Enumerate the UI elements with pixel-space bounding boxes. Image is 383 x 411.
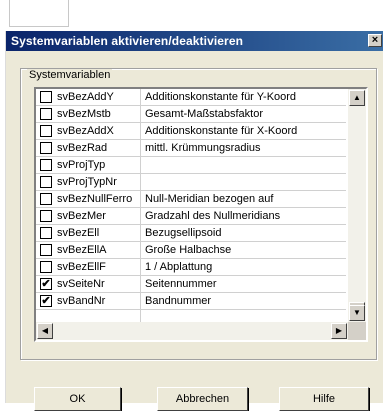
arrow-left-icon: ◀ xyxy=(41,326,49,335)
list-row[interactable]: svBezMer Gradzahl des Nullmeridians xyxy=(36,208,346,225)
scroll-right-button[interactable]: ▶ xyxy=(331,323,347,339)
scroll-up-button[interactable]: ▲ xyxy=(349,90,365,106)
variable-name: svBandNr xyxy=(57,295,106,307)
variable-name: svBezEll xyxy=(57,227,100,239)
variable-description: Gradzahl des Nullmeridians xyxy=(145,210,281,222)
list-row[interactable]: svProjTyp xyxy=(36,157,346,174)
top-white-box xyxy=(9,0,69,27)
vertical-scrollbar[interactable]: ▲ ▼ xyxy=(348,89,366,322)
variable-name: svBezAddY xyxy=(57,91,114,103)
scroll-down-button[interactable]: ▼ xyxy=(349,305,365,321)
list-row[interactable]: ✔ svSeiteNr Seitennummer xyxy=(36,276,346,293)
row-checkbox[interactable] xyxy=(40,210,52,222)
close-button[interactable]: × xyxy=(368,34,382,47)
variable-name: svBezEllA xyxy=(57,244,107,256)
list-row[interactable]: svBezAddY Additionskonstante für Y-Koord xyxy=(36,89,346,106)
scroll-left-button[interactable]: ◀ xyxy=(37,323,53,339)
help-button[interactable]: Hilfe xyxy=(279,387,369,411)
row-checkbox[interactable] xyxy=(40,108,52,120)
variable-name: svSeiteNr xyxy=(57,278,105,290)
dialog-title: Systemvariablen aktivieren/deaktivieren xyxy=(11,34,244,48)
list-row[interactable]: svBezMstb Gesamt-Maßstabsfaktor xyxy=(36,106,346,123)
variable-description: 1 / Abplattung xyxy=(145,261,213,273)
close-icon: × xyxy=(371,34,379,46)
row-checkbox[interactable] xyxy=(40,244,52,256)
variable-name: svBezMer xyxy=(57,210,106,222)
cancel-button[interactable]: Abbrechen xyxy=(157,387,248,411)
row-checkbox[interactable]: ✔ xyxy=(40,278,52,290)
variable-description: Bandnummer xyxy=(145,295,212,307)
variable-name: svBezRad xyxy=(57,142,108,154)
variable-name: svBezMstb xyxy=(57,108,111,120)
variable-description: Null-Meridian bezogen auf xyxy=(145,193,274,205)
variable-name: svBezAddX xyxy=(57,125,114,137)
groupbox-label: Systemvariablen xyxy=(27,69,113,81)
list-row[interactable]: svProjTypNr xyxy=(36,174,346,191)
list-row[interactable]: svBezNullFerro Null-Meridian bezogen auf xyxy=(36,191,346,208)
variable-description: Bezugsellipsoid xyxy=(145,227,222,239)
row-checkbox[interactable] xyxy=(40,91,52,103)
list-row[interactable]: svBezEllF 1 / Abplattung xyxy=(36,259,346,276)
row-checkbox[interactable] xyxy=(40,227,52,239)
variable-name: svProjTyp xyxy=(57,159,106,171)
arrow-down-icon: ▼ xyxy=(353,308,361,317)
variables-list[interactable]: svBezAddY Additionskonstante für Y-Koord s… xyxy=(34,87,368,342)
row-checkbox[interactable] xyxy=(40,261,52,273)
variable-description: Additionskonstante für X-Koord xyxy=(145,125,298,137)
title-bar: Systemvariablen aktivieren/deaktivieren … xyxy=(6,31,383,51)
variable-description: mittl. Krümmungsradius xyxy=(145,142,261,154)
list-row[interactable]: ✔ svBandNr Bandnummer xyxy=(36,293,346,310)
variable-description: Große Halbachse xyxy=(145,244,232,256)
variable-description: Gesamt-Maßstabsfaktor xyxy=(145,108,263,120)
row-checkbox[interactable] xyxy=(40,142,52,154)
variable-name: svBezNullFerro xyxy=(57,193,133,205)
horizontal-scrollbar[interactable]: ◀ ▶ xyxy=(36,322,348,340)
list-row[interactable]: svBezRad mittl. Krümmungsradius xyxy=(36,140,346,157)
scrollbar-corner xyxy=(348,322,366,340)
row-checkbox[interactable] xyxy=(40,176,52,188)
list-row[interactable]: svBezEllA Große Halbachse xyxy=(36,242,346,259)
row-checkbox[interactable] xyxy=(40,193,52,205)
row-checkbox[interactable] xyxy=(40,159,52,171)
dialog-window: Systemvariablen aktivieren/deaktivieren … xyxy=(5,31,383,411)
row-checkbox[interactable]: ✔ xyxy=(40,295,52,307)
variable-name: svBezEllF xyxy=(57,261,106,273)
arrow-right-icon: ▶ xyxy=(335,326,343,335)
arrow-up-icon: ▲ xyxy=(353,93,361,102)
list-row[interactable]: svBezEll Bezugsellipsoid xyxy=(36,225,346,242)
ok-button[interactable]: OK xyxy=(34,387,121,411)
variable-name: svProjTypNr xyxy=(57,176,117,188)
variable-description: Seitennummer xyxy=(145,278,217,290)
list-row[interactable]: svBezAddX Additionskonstante für X-Koord xyxy=(36,123,346,140)
row-checkbox[interactable] xyxy=(40,125,52,137)
variable-description: Additionskonstante für Y-Koord xyxy=(145,91,297,103)
